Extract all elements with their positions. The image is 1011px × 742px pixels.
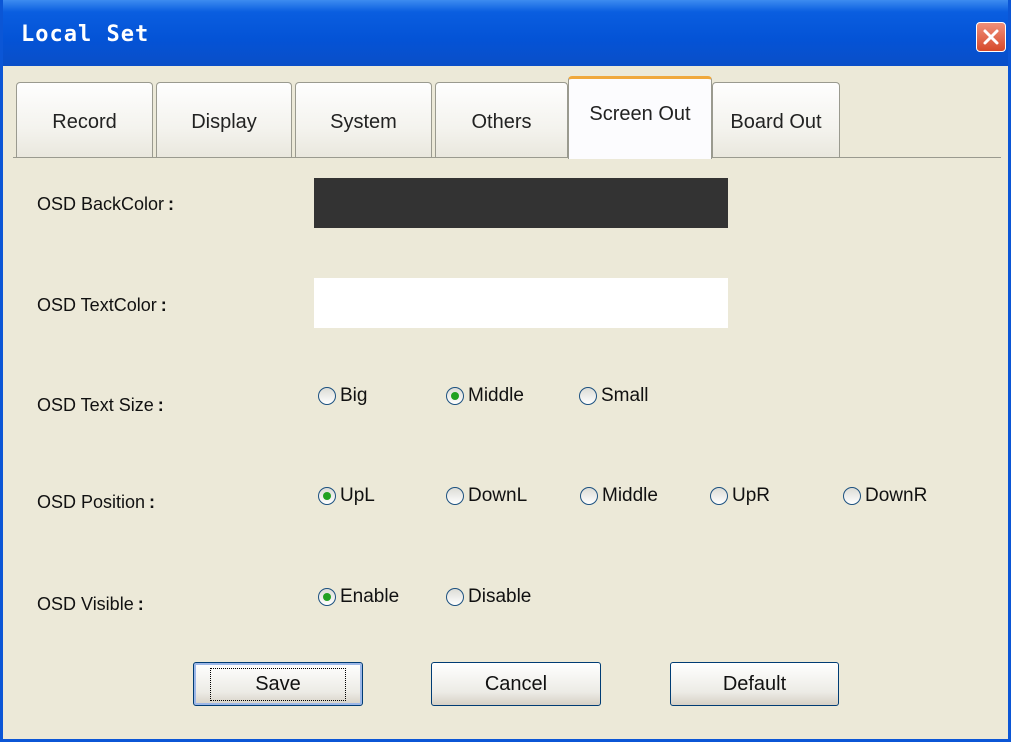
radio-circle-icon — [446, 588, 464, 606]
radio-circle-icon — [843, 487, 861, 505]
title-bar[interactable]: Local Set — [3, 0, 1008, 66]
position-upl-radio[interactable]: UpL — [318, 485, 375, 507]
tab-strip: Record Display System Others Screen Out … — [16, 76, 999, 159]
radio-checked-icon — [318, 487, 336, 505]
radio-circle-icon — [580, 487, 598, 505]
tab-record[interactable]: Record — [16, 82, 153, 158]
radio-circle-icon — [318, 387, 336, 405]
visible-disable-radio[interactable]: Disable — [446, 586, 531, 608]
text-size-middle-radio[interactable]: Middle — [446, 385, 524, 407]
position-upr-radio[interactable]: UpR — [710, 485, 770, 507]
osd-position-label: OSD Position: — [37, 492, 156, 512]
position-downl-radio[interactable]: DownL — [446, 485, 527, 507]
window-title: Local Set — [21, 22, 150, 47]
visible-enable-radio[interactable]: Enable — [318, 586, 399, 608]
osd-visible-label: OSD Visible: — [37, 594, 144, 614]
tab-screen-out[interactable]: Screen Out — [568, 76, 712, 159]
default-button[interactable]: Default — [670, 662, 839, 706]
tab-board-out[interactable]: Board Out — [712, 82, 840, 158]
position-downr-radio[interactable]: DownR — [843, 485, 927, 507]
position-middle-radio[interactable]: Middle — [580, 485, 658, 507]
local-set-window: Local Set Record Display System Others S… — [0, 0, 1011, 742]
save-button[interactable]: Save — [193, 662, 363, 706]
osd-textcolor-swatch[interactable] — [314, 278, 728, 328]
screen-out-panel: OSD BackColor: OSD TextColor: OSD Text S… — [13, 158, 1001, 736]
osd-textcolor-label: OSD TextColor: — [37, 295, 167, 315]
osd-backcolor-label: OSD BackColor: — [37, 194, 175, 214]
tab-others[interactable]: Others — [435, 82, 568, 158]
close-icon — [983, 29, 999, 45]
text-size-small-radio[interactable]: Small — [579, 385, 649, 407]
tab-display[interactable]: Display — [156, 82, 292, 158]
close-button[interactable] — [976, 22, 1006, 52]
tab-system[interactable]: System — [295, 82, 432, 158]
radio-circle-icon — [446, 487, 464, 505]
radio-checked-icon — [446, 387, 464, 405]
radio-checked-icon — [318, 588, 336, 606]
osd-backcolor-swatch[interactable] — [314, 178, 728, 228]
text-size-big-radio[interactable]: Big — [318, 385, 367, 407]
cancel-button[interactable]: Cancel — [431, 662, 601, 706]
osd-text-size-label: OSD Text Size: — [37, 395, 164, 415]
radio-circle-icon — [710, 487, 728, 505]
radio-circle-icon — [579, 387, 597, 405]
